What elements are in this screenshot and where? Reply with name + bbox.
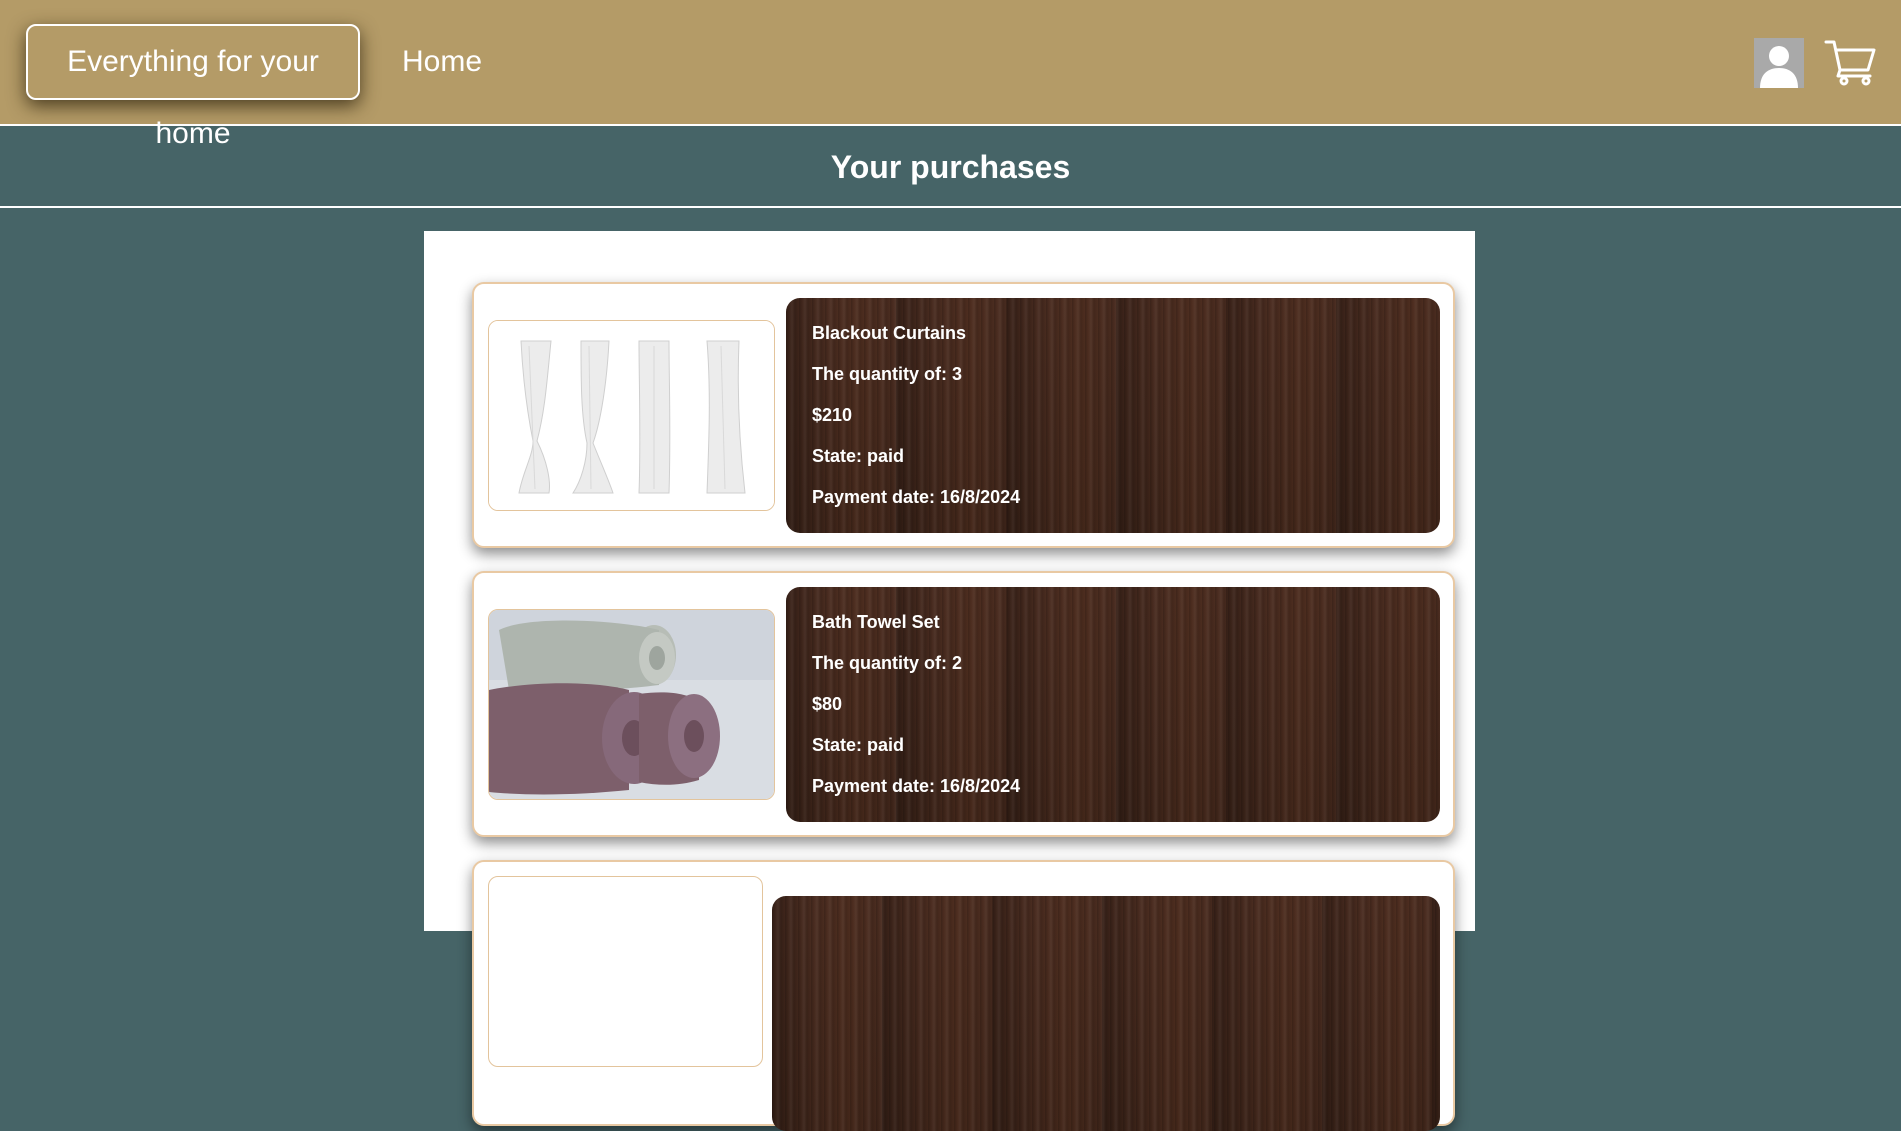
purchase-state: State: paid xyxy=(812,446,905,466)
product-image xyxy=(488,876,763,1067)
page-title: Your purchases xyxy=(830,149,1071,185)
page-header: Your purchases xyxy=(0,126,1901,208)
product-quantity: The quantity of: 3 xyxy=(812,364,962,384)
purchase-details xyxy=(772,896,1440,1131)
product-quantity: The quantity of: 2 xyxy=(812,653,962,673)
purchase-card: Bath Towel Set The quantity of: 2 $80 St… xyxy=(472,571,1455,837)
product-price: $210 xyxy=(812,405,853,425)
product-image-towels xyxy=(488,609,775,800)
purchase-details: Blackout Curtains The quantity of: 3 $21… xyxy=(786,298,1440,533)
product-image-curtains xyxy=(488,320,775,511)
shopping-cart-icon[interactable] xyxy=(1824,38,1876,86)
product-name: Blackout Curtains xyxy=(812,323,967,343)
payment-date: Payment date: 16/8/2024 xyxy=(812,487,1021,507)
brand-button[interactable]: Everything for your home xyxy=(26,24,360,150)
top-navbar: Everything for your home Home xyxy=(0,0,1901,150)
product-price: $80 xyxy=(812,694,843,714)
purchase-details: Bath Towel Set The quantity of: 2 $80 St… xyxy=(786,587,1440,822)
purchases-panel: Blackout Curtains The quantity of: 3 $21… xyxy=(424,231,1475,1131)
nav-home-link[interactable]: Home xyxy=(402,44,482,80)
purchase-card xyxy=(472,860,1455,1131)
user-avatar-icon[interactable] xyxy=(1754,38,1804,88)
payment-date: Payment date: 16/8/2024 xyxy=(812,776,1021,796)
purchase-state: State: paid xyxy=(812,735,905,755)
purchase-card: Blackout Curtains The quantity of: 3 $21… xyxy=(472,282,1455,548)
product-name: Bath Towel Set xyxy=(812,612,940,632)
